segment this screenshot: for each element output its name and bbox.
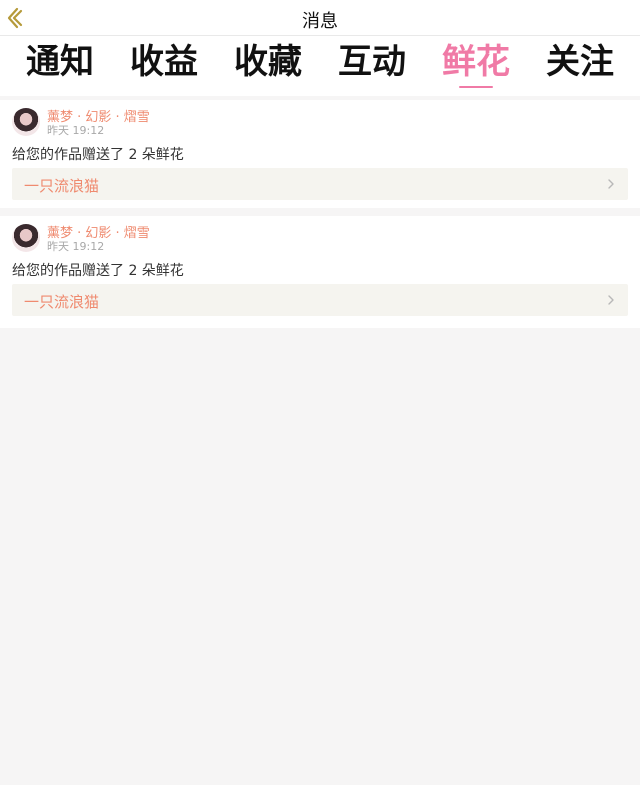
tab-favorites[interactable]: 收藏 [223, 42, 313, 82]
empty-area [0, 328, 640, 785]
message-time: 昨天 19:12 [47, 124, 105, 137]
avatar[interactable] [12, 224, 40, 252]
tab-flowers[interactable]: 鲜花 [431, 42, 521, 82]
header-bar: 消息 [0, 0, 640, 36]
work-title: 一只流浪猫 [24, 293, 100, 311]
divider [0, 208, 640, 216]
chevron-right-icon [608, 295, 614, 305]
tab-notifications[interactable]: 通知 [15, 42, 105, 82]
work-link[interactable]: 一只流浪猫 [12, 168, 628, 200]
tab-bar: 通知 收益 收藏 互动 鲜花 关注 [0, 36, 640, 96]
avatar[interactable] [12, 108, 40, 136]
active-tab-indicator [459, 86, 493, 88]
tab-interactions[interactable]: 互动 [327, 42, 417, 82]
chevron-right-icon [608, 179, 614, 189]
message-item: 薰梦 · 幻影 · 熠雪 昨天 19:12 给您的作品赠送了 2 朵鲜花 一只流… [0, 216, 640, 328]
page-title: 消息 [302, 11, 338, 32]
message-time: 昨天 19:12 [47, 240, 105, 253]
work-title: 一只流浪猫 [24, 177, 100, 195]
message-item: 薰梦 · 幻影 · 熠雪 昨天 19:12 给您的作品赠送了 2 朵鲜花 一只流… [0, 100, 640, 208]
message-text: 给您的作品赠送了 2 朵鲜花 [12, 147, 184, 163]
message-text: 给您的作品赠送了 2 朵鲜花 [12, 263, 184, 279]
tab-earnings[interactable]: 收益 [119, 42, 209, 82]
work-link[interactable]: 一只流浪猫 [12, 284, 628, 316]
tab-following[interactable]: 关注 [535, 42, 625, 82]
